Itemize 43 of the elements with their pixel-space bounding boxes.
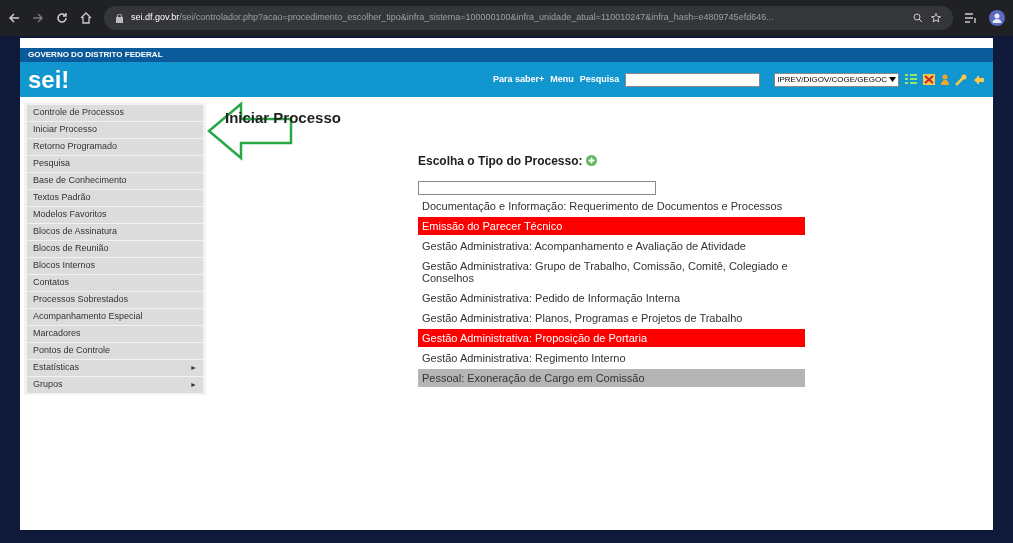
menu-item[interactable]: Base de Conhecimento <box>27 173 203 189</box>
menu-item[interactable]: Processos Sobrestados <box>27 292 203 308</box>
process-type-option[interactable]: Pessoal: Exoneração de Cargo em Comissão <box>418 368 805 387</box>
menu-item[interactable]: Acompanhamento Especial <box>27 309 203 325</box>
menu-item[interactable]: Marcadores <box>27 326 203 342</box>
unit-select[interactable]: IPREV/DIGOV/COGE/GEGOC <box>774 72 899 87</box>
avatar-icon[interactable] <box>989 10 1005 26</box>
add-icon[interactable] <box>586 155 598 166</box>
section-heading: Escolha o Tipo do Processo: <box>418 152 583 170</box>
menu-item[interactable]: Blocos de Reunião <box>27 241 203 257</box>
home-icon[interactable] <box>80 12 92 24</box>
menu-item[interactable]: Pontos de Controle <box>27 343 203 359</box>
search-field[interactable] <box>625 72 761 87</box>
menu-item[interactable]: Blocos Internos <box>27 258 203 274</box>
lock-icon <box>116 13 123 23</box>
zoom-icon[interactable] <box>913 13 923 23</box>
menu-item[interactable]: Blocos de Assinatura <box>27 224 203 240</box>
menu-item[interactable]: Textos Padrão <box>27 190 203 206</box>
wrench-icon[interactable] <box>955 73 967 86</box>
url-path: /sei/controlador.php?acao=procedimento_escolher_tipo&infra_sistema=100000100&infra_unidade_atual=110010247&infra_hash=e4809745efd646... <box>179 11 774 25</box>
exit-icon[interactable] <box>973 73 985 86</box>
address-bar[interactable]: sei.df.gov.br/sei/controlador.php?acao=procedimento_escolher_tipo&infra_sistema=100000100&infra_unidade_atual=110010247&infra_hash=e4809745efd646... <box>104 6 953 30</box>
url-domain: sei.df.gov.br <box>131 11 180 25</box>
menu-item[interactable]: Controle de Processos <box>27 105 203 121</box>
menu-item[interactable]: Pesquisa <box>27 156 203 172</box>
menu-item[interactable]: Modelos Favoritos <box>27 207 203 223</box>
mail-icon[interactable] <box>923 74 935 85</box>
process-type-option[interactable]: Gestão Administrativa: Proposição de Portaria <box>418 328 805 347</box>
reload-icon[interactable] <box>56 12 68 24</box>
dropdown-caret-icon <box>889 77 896 82</box>
forward-icon[interactable] <box>32 12 44 24</box>
grid-icon[interactable] <box>905 74 917 85</box>
org-name: GOVERNO DO DISTRITO FEDERAL <box>28 49 163 61</box>
star-icon[interactable] <box>931 13 941 23</box>
filter-field[interactable] <box>418 180 656 195</box>
process-type-option[interactable]: Emissão do Parecer Técnico <box>418 216 805 235</box>
menu-label: Estatísticas <box>33 361 79 375</box>
menu-item[interactable]: Retorno Programado <box>27 139 203 155</box>
menu-item[interactable]: Iniciar Processo <box>27 122 203 138</box>
back-icon[interactable] <box>8 12 20 24</box>
menu-label: Grupos <box>33 378 63 392</box>
menu-item[interactable]: Contatos <box>27 275 203 291</box>
playlist-icon[interactable] <box>965 13 977 23</box>
